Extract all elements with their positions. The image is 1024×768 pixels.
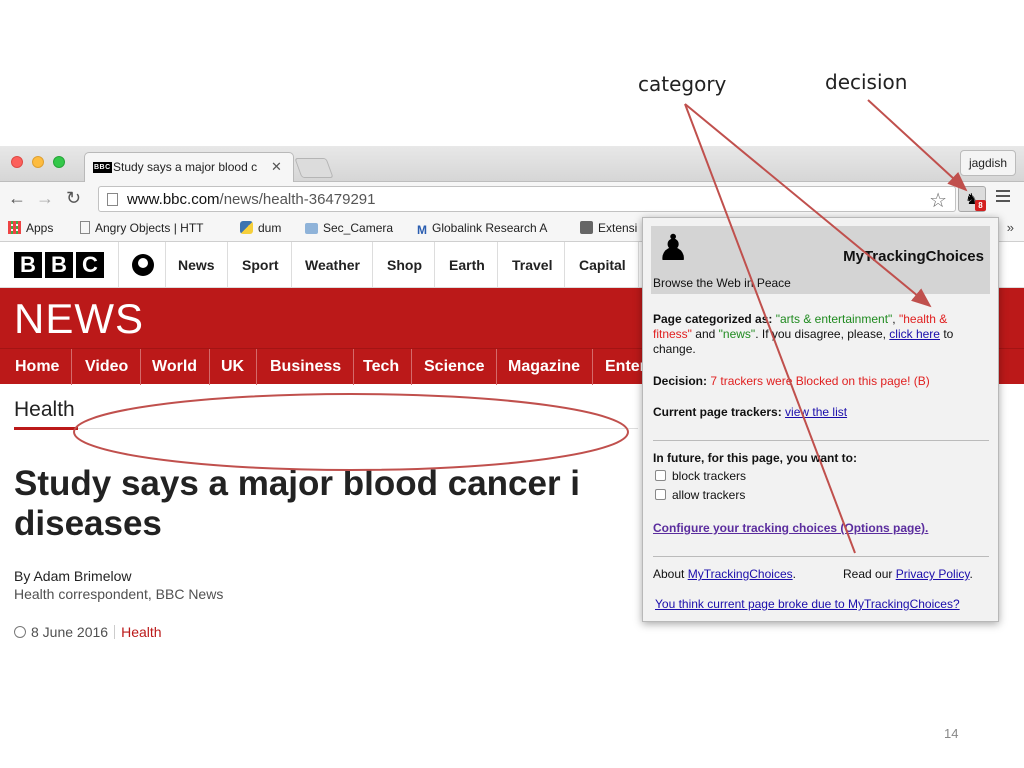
url-host: www.bbc.com [127,191,220,208]
account-button[interactable] [118,242,166,288]
article-section-link[interactable]: Health [121,624,161,640]
window-minimize-button[interactable] [32,156,44,168]
bookmark-apps[interactable]: Apps [8,221,53,235]
tab-bar: BBC Study says a major blood c ✕ jagdish [0,146,1024,182]
python-icon [240,221,253,234]
configure-options-link[interactable]: Configure your tracking choices (Options… [653,521,989,536]
page-category-text: Page categorized as: "arts & entertainme… [653,312,954,356]
future-choice-heading: In future, for this page, you want to: [653,451,857,465]
about-link[interactable]: MyTrackingChoices [688,567,793,581]
decision-text: Decision: 7 trackers were Blocked on thi… [653,374,930,388]
extension-badge: 8 [975,200,986,211]
reload-icon[interactable]: ↻ [66,189,81,207]
page-broke-link[interactable]: You think current page broke due to MyTr… [655,597,960,611]
topnav-travel[interactable]: Travel [500,242,566,288]
page-icon [107,193,118,206]
browser-toolbar: ← → ↻ www.bbc.com/news/health-36479291 ☆… [0,182,1024,216]
newsnav-science[interactable]: Science [412,349,498,385]
profile-button[interactable]: jagdish [959,150,1016,176]
article-headline: Study says a major blood cancer i diseas… [14,464,581,543]
bookmark-sec-camera[interactable]: Sec_Camera [305,221,393,235]
page-icon [80,221,90,234]
mytrackingchoices-extension-button[interactable]: ♞ 8 [958,186,986,212]
topnav-shop[interactable]: Shop [375,242,435,288]
popup-tagline: Browse the Web in Peace [653,276,791,290]
bookmarks-overflow-icon[interactable]: » [1007,220,1014,235]
newsnav-magazine[interactable]: Magazine [496,349,594,385]
newsnav-home[interactable]: Home [3,349,73,385]
clock-icon [14,626,26,638]
newsnav-world[interactable]: World [140,349,211,385]
section-underline [14,427,78,430]
topnav-earth[interactable]: Earth [437,242,498,288]
slide-number: 14 [944,726,959,741]
view-list-link[interactable]: view the list [785,405,847,419]
newsnav-video[interactable]: Video [73,349,142,385]
privacy-policy-link[interactable]: Privacy Policy [896,567,970,581]
byline-author: By Adam Brimelow [14,568,132,584]
bbc-logo[interactable]: BBC [14,252,107,278]
current-trackers-text: Current page trackers: view the list [653,405,848,419]
window-maximize-button[interactable] [53,156,65,168]
newsnav-uk[interactable]: UK [209,349,258,385]
newsnav-business[interactable]: Business [258,349,355,385]
bbc-favicon-icon: BBC [93,162,112,173]
tab-active[interactable]: BBC Study says a major blood c ✕ [84,152,294,182]
category-annotation: category [638,72,727,96]
topnav-sport[interactable]: Sport [230,242,292,288]
popup-header: ♟ MyTrackingChoices Browse the Web in Pe… [651,226,990,294]
section-title[interactable]: Health [14,398,75,422]
privacy-text: Read our Privacy Policy. [843,567,973,581]
news-wordmark[interactable]: NEWS [14,297,144,341]
folder-icon [305,223,318,234]
decision-annotation: decision [825,70,908,94]
allow-trackers-checkbox[interactable]: allow trackers [655,488,745,502]
bookmark-globalink[interactable]: M Globalink Research A [417,221,547,237]
block-trackers-checkbox[interactable]: block trackers [655,469,746,483]
account-icon [132,254,154,276]
topnav-capital[interactable]: Capital [567,242,639,288]
bookmark-star-icon[interactable]: ☆ [929,188,947,213]
bookmark-angry-objects[interactable]: Angry Objects | HTT [80,221,203,235]
topnav-news[interactable]: News [166,242,228,288]
bookmark-dum[interactable]: dum [240,221,281,235]
tab-title: Study says a major blood c [113,160,258,174]
address-bar-url: www.bbc.com/news/health-36479291 [127,191,376,208]
article-date-row: 8 June 2016 Health [14,624,162,640]
forward-arrow-icon[interactable]: → [36,189,54,207]
tab-close-icon[interactable]: ✕ [271,159,282,175]
meditating-person-logo-icon: ♟ [657,227,690,268]
click-here-link[interactable]: click here [889,327,940,341]
mytrackingchoices-popup: ♟ MyTrackingChoices Browse the Web in Pe… [642,217,999,622]
address-bar[interactable]: www.bbc.com/news/health-36479291 ☆ [98,186,956,212]
globalink-icon: M [417,223,427,237]
bookmark-extensions[interactable]: Extensi [580,221,637,235]
about-text: About MyTrackingChoices. [653,567,796,581]
byline-role: Health correspondent, BBC News [14,586,224,602]
section-rule [78,428,638,429]
topnav-weather[interactable]: Weather [293,242,373,288]
window-close-button[interactable] [11,156,23,168]
back-arrow-icon[interactable]: ← [8,189,26,207]
article-date: 8 June 2016 [31,624,109,640]
newsnav-tech[interactable]: Tech [351,349,413,385]
new-tab-button[interactable] [294,158,334,178]
menu-hamburger-icon[interactable] [996,190,1010,205]
puzzle-icon [580,221,593,234]
slide: category decision 14 BBC Study says a ma… [0,0,1024,768]
apps-grid-icon [8,221,21,234]
url-path: /news/health-36479291 [219,191,376,208]
popup-brand: MyTrackingChoices [843,248,984,265]
